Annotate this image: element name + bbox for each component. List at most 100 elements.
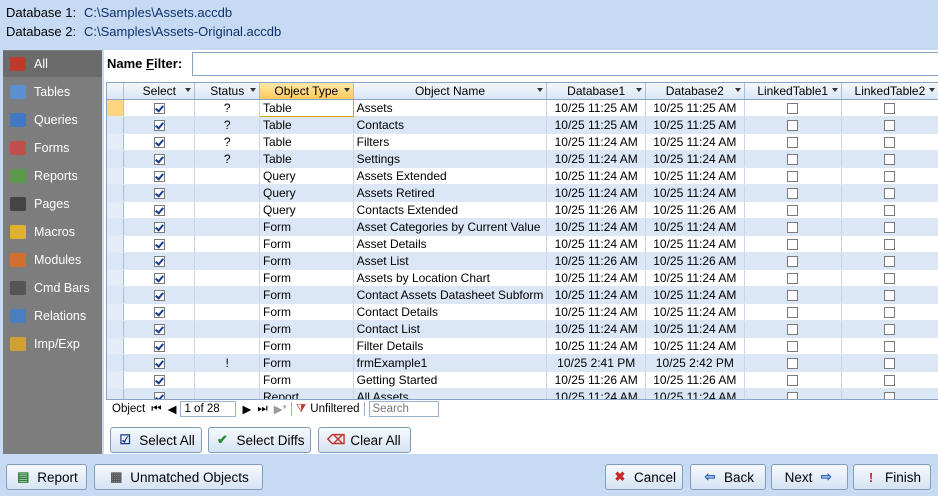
row-selector[interactable] <box>107 218 125 236</box>
linkedtable2-checkbox[interactable] <box>884 222 896 234</box>
select-checkbox[interactable] <box>153 307 165 319</box>
name-filter-input[interactable] <box>192 52 938 76</box>
select-checkbox[interactable] <box>153 154 165 166</box>
object-name-cell[interactable]: Asset List <box>353 252 548 270</box>
database1-cell[interactable]: 10/25 11:24 AM <box>546 235 646 253</box>
linkedtable1-checkbox[interactable] <box>787 205 799 217</box>
linkedtable2-checkbox[interactable] <box>884 324 896 336</box>
linkedtable1-checkbox[interactable] <box>787 103 799 115</box>
object-type-cell[interactable]: Form <box>259 320 354 338</box>
object-name-cell[interactable]: Assets by Location Chart <box>353 269 548 287</box>
database2-cell[interactable]: 10/25 11:24 AM <box>645 303 745 321</box>
linkedtable2-checkbox[interactable] <box>884 358 896 370</box>
linkedtable1-checkbox[interactable] <box>787 120 799 132</box>
status-cell[interactable] <box>194 252 260 270</box>
column-header-database2[interactable]: Database2 <box>645 83 745 100</box>
sidebar-item-relations[interactable]: Relations <box>3 303 102 329</box>
table-row[interactable]: ? Table Filters 10/25 11:24 AM 10/25 11:24 A… <box>107 133 938 151</box>
linkedtable1-checkbox[interactable] <box>787 239 799 251</box>
select-checkbox[interactable] <box>153 324 165 336</box>
object-type-cell[interactable]: Form <box>259 218 354 236</box>
table-row[interactable]: Form Assets by Location Chart 10/25 11:24 … <box>107 269 938 287</box>
select-checkbox[interactable] <box>153 392 165 399</box>
database1-cell[interactable]: 10/25 11:24 AM <box>546 320 646 338</box>
linkedtable2-checkbox[interactable] <box>884 375 896 387</box>
select-diffs-button[interactable]: ✔ Select Diffs <box>208 427 311 453</box>
linkedtable1-checkbox[interactable] <box>787 154 799 166</box>
object-type-cell[interactable]: Table <box>259 116 354 134</box>
column-dropdown-icon[interactable] <box>831 88 838 92</box>
unmatched-objects-button[interactable]: ▦ Unmatched Objects <box>94 464 263 490</box>
column-dropdown-icon[interactable] <box>734 88 741 92</box>
object-name-cell[interactable]: Contact Assets Datasheet Subform <box>353 286 548 304</box>
sidebar-item-reports[interactable]: Reports <box>3 163 102 189</box>
object-type-cell[interactable]: Form <box>259 371 354 389</box>
object-type-cell[interactable]: Query <box>259 167 354 185</box>
row-selector[interactable] <box>107 99 125 117</box>
row-selector[interactable] <box>107 269 125 287</box>
database1-cell[interactable]: 10/25 11:24 AM <box>546 184 646 202</box>
database1-cell[interactable]: 10/25 11:24 AM <box>546 150 646 168</box>
database2-cell[interactable]: 10/25 11:26 AM <box>645 252 745 270</box>
table-row[interactable]: Form Contact List 10/25 11:24 AM 10/25 11:2… <box>107 320 938 338</box>
table-row[interactable]: Form Getting Started 10/25 11:26 AM 10/25 1… <box>107 371 938 389</box>
table-row[interactable]: Form Contact Assets Datasheet Subform 10/2… <box>107 286 938 304</box>
row-selector[interactable] <box>107 116 125 134</box>
select-checkbox[interactable] <box>153 222 165 234</box>
record-position[interactable]: 1 of 28 <box>180 401 237 417</box>
table-row[interactable]: Query Contacts Extended 10/25 11:26 AM 10/2… <box>107 201 938 219</box>
column-header-linkedtable1[interactable]: LinkedTable1 <box>744 83 842 100</box>
database1-cell[interactable]: 10/25 2:41 PM <box>546 354 646 372</box>
linkedtable1-checkbox[interactable] <box>787 358 799 370</box>
table-row[interactable]: Query Assets Extended 10/25 11:24 AM 10/25 … <box>107 167 938 185</box>
linkedtable2-checkbox[interactable] <box>884 137 896 149</box>
status-cell[interactable]: ? <box>194 116 260 134</box>
linkedtable2-checkbox[interactable] <box>884 341 896 353</box>
object-name-cell[interactable]: Contacts Extended <box>353 201 548 219</box>
sidebar-item-forms[interactable]: Forms <box>3 135 102 161</box>
status-cell[interactable] <box>194 320 260 338</box>
database2-cell[interactable]: 10/25 11:24 AM <box>645 184 745 202</box>
linkedtable2-checkbox[interactable] <box>884 171 896 183</box>
linkedtable1-checkbox[interactable] <box>787 341 799 353</box>
linkedtable1-checkbox[interactable] <box>787 273 799 285</box>
back-button[interactable]: ⇦ Back <box>690 464 766 490</box>
first-record-icon[interactable]: ⏮ <box>151 403 161 416</box>
database1-cell[interactable]: 10/25 11:26 AM <box>546 371 646 389</box>
row-selector[interactable] <box>107 252 125 270</box>
select-checkbox[interactable] <box>153 341 165 353</box>
database1-cell[interactable]: 10/25 11:24 AM <box>546 337 646 355</box>
object-name-cell[interactable]: Contacts <box>353 116 548 134</box>
object-name-cell[interactable]: Filter Details <box>353 337 548 355</box>
linkedtable2-checkbox[interactable] <box>884 120 896 132</box>
previous-record-icon[interactable]: ◀ <box>168 402 177 416</box>
sidebar-item-imp-exp[interactable]: Imp/Exp <box>3 331 102 357</box>
select-checkbox[interactable] <box>153 358 165 370</box>
object-name-cell[interactable]: Assets Extended <box>353 167 548 185</box>
row-selector[interactable] <box>107 133 125 151</box>
row-selector[interactable] <box>107 150 125 168</box>
object-type-cell[interactable]: Form <box>259 337 354 355</box>
column-header-linkedtable2[interactable]: LinkedTable2 <box>841 83 938 100</box>
linkedtable2-checkbox[interactable] <box>884 392 896 399</box>
column-dropdown-icon[interactable] <box>185 88 192 92</box>
database2-cell[interactable]: 10/25 11:24 AM <box>645 167 745 185</box>
linkedtable1-checkbox[interactable] <box>787 137 799 149</box>
object-type-cell[interactable]: Form <box>259 303 354 321</box>
database1-cell[interactable]: 10/25 11:26 AM <box>546 252 646 270</box>
status-cell[interactable]: ? <box>194 133 260 151</box>
column-header-database1[interactable]: Database1 <box>546 83 646 100</box>
table-row[interactable]: Form Asset Details 10/25 11:24 AM 10/25 11:… <box>107 235 938 253</box>
database2-cell[interactable]: 10/25 11:24 AM <box>645 320 745 338</box>
database1-cell[interactable]: 10/25 11:26 AM <box>546 201 646 219</box>
object-type-cell[interactable]: Form <box>259 286 354 304</box>
database1-cell[interactable]: 10/25 11:24 AM <box>546 269 646 287</box>
status-cell[interactable] <box>194 371 260 389</box>
database1-cell[interactable]: 10/25 11:24 AM <box>546 303 646 321</box>
object-name-cell[interactable]: Contact Details <box>353 303 548 321</box>
row-selector[interactable] <box>107 286 125 304</box>
select-checkbox[interactable] <box>153 171 165 183</box>
filter-status[interactable]: Unfiltered <box>310 403 359 415</box>
linkedtable2-checkbox[interactable] <box>884 256 896 268</box>
database2-cell[interactable]: 10/25 11:26 AM <box>645 201 745 219</box>
